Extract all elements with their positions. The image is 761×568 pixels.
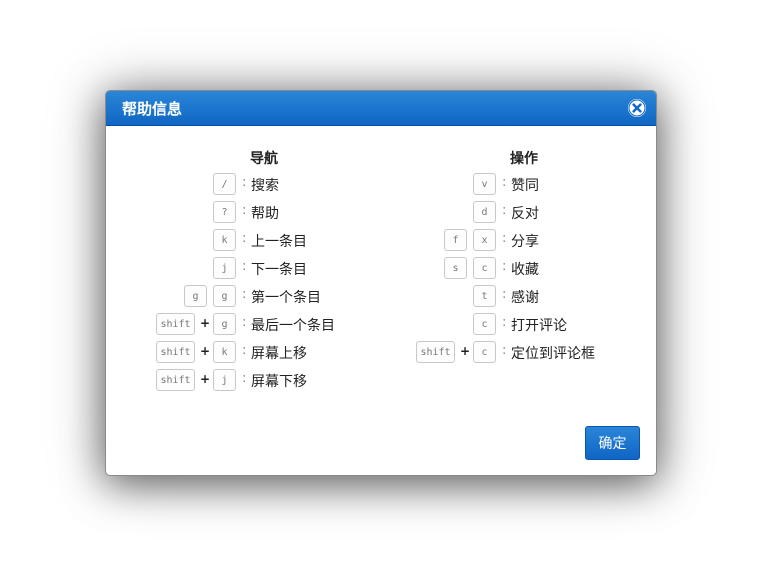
separator-colon: : — [502, 231, 507, 246]
shortcut-label: 打开评论 — [511, 318, 567, 334]
plus-sign: + — [200, 372, 211, 386]
close-icon[interactable] — [628, 99, 646, 117]
key-cap: c — [473, 341, 496, 363]
shortcut-row: c: 打开评论 — [106, 313, 656, 337]
key-cap: d — [473, 201, 496, 223]
ops-section-title: 操作 — [510, 151, 538, 167]
key-cap: c — [473, 257, 496, 279]
key-cap: j — [213, 369, 236, 391]
shortcut-row: c s: 收藏 — [106, 257, 656, 281]
key-cap: x — [473, 229, 496, 251]
key-cap: shift — [156, 369, 195, 391]
separator-colon: : — [502, 203, 507, 218]
separator-colon: : — [502, 175, 507, 190]
separator-colon: : — [502, 343, 507, 358]
key-cap: s — [444, 257, 467, 279]
shortcut-label: 屏幕下移 — [251, 374, 307, 390]
shortcut-label: 收藏 — [511, 262, 539, 278]
dialog-title: 帮助信息 — [122, 100, 183, 118]
key-cap: c — [473, 313, 496, 335]
shortcut-label: 分享 — [511, 234, 539, 250]
shortcut-row: x f: 分享 — [106, 229, 656, 253]
key-cap: f — [444, 229, 467, 251]
shortcut-row: d: 反对 — [106, 201, 656, 225]
shortcut-label: 定位到评论框 — [511, 346, 595, 362]
dialog-header: 帮助信息 — [106, 91, 656, 126]
separator-colon: : — [502, 259, 507, 274]
ok-button[interactable]: 确定 — [585, 426, 640, 460]
shortcut-label: 反对 — [511, 206, 539, 222]
shortcut-row: t: 感谢 — [106, 285, 656, 309]
shortcut-row: c + shift: 定位到评论框 — [106, 341, 656, 365]
key-cap: shift — [416, 341, 455, 363]
separator-colon: : — [242, 371, 247, 386]
plus-sign: + — [460, 344, 471, 358]
help-dialog: 帮助信息 导航 /: 搜索?: 帮助 k: 上一条目 j: 下一条目 g g: 第一个条目 g + sh… — [105, 90, 657, 476]
shortcut-row: j + shift: 屏幕下移 — [106, 369, 656, 393]
nav-section-title: 导航 — [250, 151, 278, 167]
shortcut-label: 感谢 — [511, 290, 539, 306]
shortcut-label: 赞同 — [511, 178, 539, 194]
separator-colon: : — [502, 287, 507, 302]
shortcut-row: v: 赞同 — [106, 173, 656, 197]
separator-colon: : — [502, 315, 507, 330]
key-cap: v — [473, 173, 496, 195]
key-cap: t — [473, 285, 496, 307]
